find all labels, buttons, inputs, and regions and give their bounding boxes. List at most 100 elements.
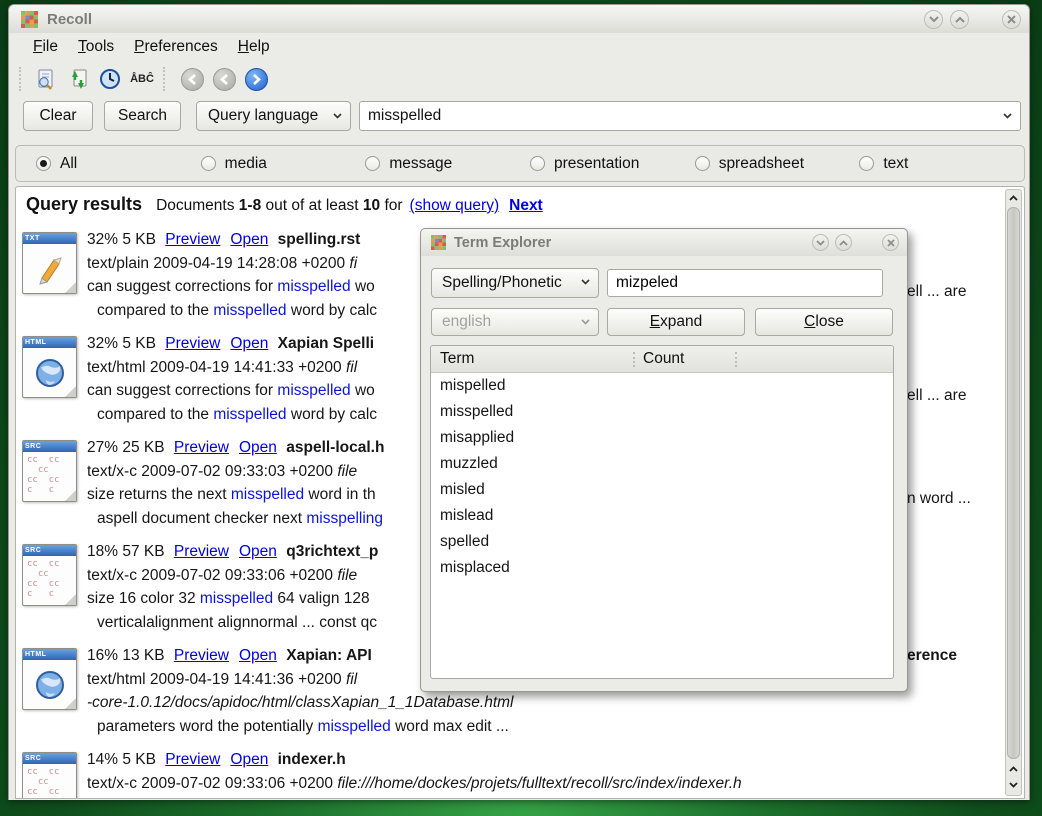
result-title: spelling.rst [278,231,361,248]
open-link[interactable]: Open [230,751,268,768]
result-text-segment: text/x-c 2009-07-02 09:33:06 +0200 [87,775,337,792]
maximize-button[interactable] [950,10,969,29]
dialog-close-button[interactable] [882,234,899,251]
count-column-header[interactable]: Count [643,350,684,368]
filter-radio-message[interactable]: message [365,155,530,173]
dialog-window-controls [812,234,899,251]
history-clock-icon[interactable] [95,65,125,93]
dialog-titlebar[interactable]: Term Explorer [421,229,907,256]
recoll-logo-icon [431,235,446,250]
main-titlebar[interactable]: Recoll [9,5,1029,33]
radio-circle-icon [36,156,51,171]
result-title: q3richtext_p [286,543,378,560]
dialog-minimize-button[interactable] [812,234,829,251]
result-text-segment: word in th [304,486,376,503]
show-doc-history-icon[interactable] [31,65,61,93]
scroll-up-icon[interactable] [1007,762,1020,776]
result-text-segment: compared to the [97,302,213,319]
result-text-segment: 18% 57 KB [87,543,169,560]
menu-preferences[interactable]: Preferences [124,35,228,59]
term-list-item[interactable]: spelled [431,529,893,555]
filter-label: text [883,155,908,173]
search-query-value: misspelled [368,107,1003,125]
term-input[interactable]: mizpeled [607,269,883,297]
toolbar-separator [163,67,171,91]
search-row: Clear Search Query language misspelled [9,99,1029,137]
preview-link[interactable]: Preview [174,647,229,664]
go-first-page-icon[interactable] [177,65,207,93]
next-page-icon[interactable] [241,65,271,93]
highlighted-term: misspelled [277,382,350,399]
radio-circle-icon [201,156,216,171]
search-input[interactable]: misspelled [359,101,1021,131]
preview-link[interactable]: Preview [165,231,220,248]
filter-radio-all[interactable]: All [36,155,201,173]
previous-page-icon[interactable] [209,65,239,93]
result-line: parameters word the potentially misspell… [87,715,991,739]
search-history-chevron-icon[interactable] [1003,113,1012,119]
highlighted-term: misspelled [231,486,304,503]
preview-link[interactable]: Preview [165,335,220,352]
term-list-item[interactable]: misplaced [431,555,893,581]
term-list-item[interactable]: mispelled [431,373,893,399]
open-link[interactable]: Open [230,231,268,248]
expansion-type-dropdown[interactable]: Spelling/Phonetic [431,268,599,298]
menubar: File Tools Preferences Help [9,33,1029,61]
file-icon-band: SRC [23,545,76,556]
open-link[interactable]: Open [239,647,277,664]
toolbar-handle[interactable] [19,67,25,91]
term-explorer-spell-icon[interactable]: ÅBĈ [127,65,157,93]
next-page-link[interactable]: Next [509,197,543,214]
open-link[interactable]: Open [230,335,268,352]
result-text-segment: file [337,463,357,480]
filter-radio-media[interactable]: media [201,155,366,173]
file-type-icon-src: SRCcc cc cc cc cc c c [22,752,77,799]
menu-tools[interactable]: Tools [68,35,124,59]
open-link[interactable]: Open [239,439,277,456]
show-query-link[interactable]: (show query) [410,197,500,214]
filter-radio-spreadsheet[interactable]: spreadsheet [695,155,860,173]
term-list-item[interactable]: mislead [431,503,893,529]
term-list-item[interactable]: misled [431,477,893,503]
results-scrollbar[interactable] [1005,189,1022,796]
dialog-title: Term Explorer [454,235,551,251]
expand-button[interactable]: Expand [607,308,745,336]
filter-radio-presentation[interactable]: presentation [530,155,695,173]
clear-button[interactable]: Clear [23,101,93,131]
highlighted-term: misspelling [306,510,383,527]
scroll-up-icon[interactable] [1007,191,1020,205]
file-icon-band: TXT [23,233,76,244]
highlighted-term: misspelled [213,406,286,423]
preview-link[interactable]: Preview [174,439,229,456]
preview-link[interactable]: Preview [174,543,229,560]
preview-link[interactable]: Preview [165,751,220,768]
minimize-button[interactable] [924,10,943,29]
open-link[interactable]: Open [239,543,277,560]
menu-help[interactable]: Help [228,35,280,59]
result-text-segment: aspell document checker next [97,510,306,527]
query-language-dropdown[interactable]: Query language [196,101,351,131]
close-button[interactable] [1002,10,1021,29]
radio-circle-icon [530,156,545,171]
menu-file[interactable]: File [23,35,68,59]
sort-parameters-icon[interactable] [63,65,93,93]
term-list-item[interactable]: misspelled [431,399,893,425]
radio-circle-icon [695,156,710,171]
result-text-segment: verticalalignment alignnormal ... const … [97,614,377,631]
term-column-header[interactable]: Term [440,350,474,368]
file-type-icon-src: SRCcc cc cc cc cc c c [22,440,77,502]
term-list-item[interactable]: misapplied [431,425,893,451]
highlighted-term: misspelled [200,590,273,607]
filter-radio-text[interactable]: text [859,155,1024,173]
result-text: 14% 5 KB PreviewOpen indexer.htext/x-c 2… [87,748,991,795]
result-text-segment: 16% 13 KB [87,647,169,664]
language-dropdown[interactable]: english [431,308,599,336]
dialog-maximize-button[interactable] [835,234,852,251]
scroll-down-icon[interactable] [1007,778,1020,792]
search-button[interactable]: Search [104,101,181,131]
term-list-item[interactable]: muzzled [431,451,893,477]
scrollbar-thumb[interactable] [1007,207,1020,759]
column-separator[interactable] [735,352,737,367]
column-separator[interactable] [633,352,635,367]
close-dialog-button[interactable]: Close [755,308,893,336]
